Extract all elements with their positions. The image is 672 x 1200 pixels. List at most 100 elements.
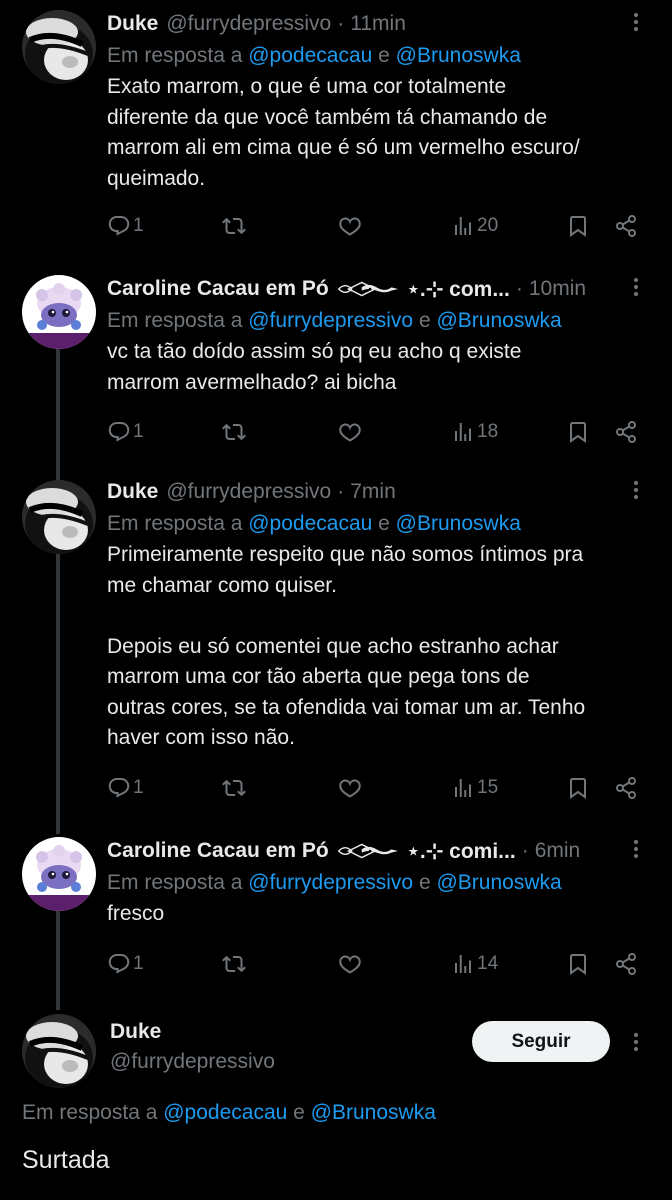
mention-link[interactable]: @podecacau xyxy=(248,44,372,67)
retweet-button[interactable] xyxy=(222,944,246,984)
views-icon xyxy=(451,420,475,444)
action-bar: 1 18 xyxy=(107,412,647,452)
share-button[interactable] xyxy=(614,412,638,452)
tweet-header: Duke @furrydepressivo · 11min xyxy=(107,8,648,40)
reply-button[interactable]: 1 xyxy=(107,944,144,984)
bookmark-icon xyxy=(566,214,590,238)
reply-icon xyxy=(107,952,131,976)
reply-count: 1 xyxy=(133,777,144,798)
tweet-content: Caroline Cacau em Pó ⋆.⊹ com... · 10min … xyxy=(107,273,648,398)
reply-icon xyxy=(107,420,131,444)
like-button[interactable] xyxy=(338,412,362,452)
reply-prefix: Em resposta a xyxy=(107,44,249,67)
bookmark-icon xyxy=(566,952,590,976)
action-bar: 1 20 xyxy=(107,206,647,246)
share-icon xyxy=(614,952,638,976)
mention-link[interactable]: @Brunoswka xyxy=(311,1101,436,1124)
mention-link[interactable]: @podecacau xyxy=(163,1101,287,1124)
reply-and: e xyxy=(372,44,396,67)
action-bar: 1 14 xyxy=(107,944,647,984)
mention-link[interactable]: @furrydepressivo xyxy=(248,871,413,894)
views-button[interactable]: 14 xyxy=(451,944,498,984)
more-icon[interactable] xyxy=(624,1030,648,1054)
mention-link[interactable]: @Brunoswka xyxy=(436,871,561,894)
reply-icon xyxy=(107,776,131,800)
mention-link[interactable]: @Brunoswka xyxy=(436,309,561,332)
tweet-header: Caroline Cacau em Pó ⋆.⊹ comi... · 6min xyxy=(107,835,648,867)
like-button[interactable] xyxy=(338,944,362,984)
avatar[interactable] xyxy=(22,10,96,84)
more-icon[interactable] xyxy=(624,837,648,861)
mention-link[interactable]: @Brunoswka xyxy=(396,512,521,535)
share-button[interactable] xyxy=(614,206,638,246)
mention-link[interactable]: @podecacau xyxy=(248,512,372,535)
reply-and: e xyxy=(413,871,437,894)
avatar[interactable] xyxy=(22,837,96,911)
like-button[interactable] xyxy=(338,768,362,808)
reply-prefix: Em resposta a xyxy=(107,512,249,535)
views-count: 15 xyxy=(477,777,499,798)
display-name[interactable]: Caroline Cacau em Pó xyxy=(107,839,329,863)
reply-button[interactable]: 1 xyxy=(107,412,144,452)
user-handle[interactable]: @furrydepressivo xyxy=(166,480,331,504)
bookmark-button[interactable] xyxy=(566,412,590,452)
reply-count: 1 xyxy=(133,215,144,236)
views-icon xyxy=(451,952,475,976)
timestamp[interactable]: 10min xyxy=(529,277,586,301)
follow-button[interactable]: Seguir xyxy=(472,1021,610,1062)
mention-link[interactable]: @Brunoswka xyxy=(396,44,521,67)
display-name[interactable]: Duke xyxy=(107,480,158,504)
bookmark-button[interactable] xyxy=(566,944,590,984)
avatar[interactable] xyxy=(22,480,96,554)
retweet-button[interactable] xyxy=(222,412,246,452)
bookmark-icon xyxy=(566,776,590,800)
focused-display-name[interactable]: Duke xyxy=(110,1020,161,1044)
like-icon xyxy=(338,214,362,238)
mention-link[interactable]: @furrydepressivo xyxy=(248,309,413,332)
timestamp[interactable]: 7min xyxy=(350,480,396,504)
views-button[interactable]: 20 xyxy=(451,206,498,246)
reply-button[interactable]: 1 xyxy=(107,206,144,246)
bookmark-icon xyxy=(566,420,590,444)
decorative-emoji-icon xyxy=(337,840,403,862)
display-name-suffix[interactable]: ⋆.⊹ com... xyxy=(407,277,510,302)
reply-count: 1 xyxy=(133,953,144,974)
retweet-icon xyxy=(222,952,246,976)
bookmark-button[interactable] xyxy=(566,768,590,808)
share-button[interactable] xyxy=(614,944,638,984)
display-name-suffix[interactable]: ⋆.⊹ comi... xyxy=(407,839,516,864)
views-icon xyxy=(451,214,475,238)
thread-line xyxy=(56,534,60,834)
views-button[interactable]: 18 xyxy=(451,412,498,452)
views-button[interactable]: 15 xyxy=(451,768,498,808)
share-button[interactable] xyxy=(614,768,638,808)
timestamp[interactable]: 6min xyxy=(535,839,581,863)
avatar[interactable] xyxy=(22,275,96,349)
share-icon xyxy=(614,776,638,800)
display-name[interactable]: Caroline Cacau em Pó xyxy=(107,277,329,301)
views-count: 18 xyxy=(477,421,499,442)
reply-count: 1 xyxy=(133,421,144,442)
bookmark-button[interactable] xyxy=(566,206,590,246)
retweet-icon xyxy=(222,214,246,238)
separator-dot: · xyxy=(337,480,345,503)
tweet-header: Caroline Cacau em Pó ⋆.⊹ com... · 10min xyxy=(107,273,648,305)
display-name[interactable]: Duke xyxy=(107,12,158,36)
avatar[interactable] xyxy=(22,1014,96,1088)
reply-button[interactable]: 1 xyxy=(107,768,144,808)
decorative-emoji-icon xyxy=(337,278,403,300)
retweet-button[interactable] xyxy=(222,206,246,246)
tweet-content: Caroline Cacau em Pó ⋆.⊹ comi... · 6min … xyxy=(107,835,648,930)
retweet-button[interactable] xyxy=(222,768,246,808)
focused-user-handle[interactable]: @furrydepressivo xyxy=(110,1050,275,1074)
more-icon[interactable] xyxy=(624,10,648,34)
more-icon[interactable] xyxy=(624,478,648,502)
user-handle[interactable]: @furrydepressivo xyxy=(166,12,331,36)
reply-context: Em resposta a @furrydepressivo e @Brunos… xyxy=(107,305,648,337)
reply-prefix: Em resposta a xyxy=(107,871,249,894)
separator-dot: · xyxy=(515,277,523,300)
like-button[interactable] xyxy=(338,206,362,246)
reply-context: Em resposta a @podecacau e @Brunoswka xyxy=(107,508,648,540)
timestamp[interactable]: 11min xyxy=(350,12,406,36)
more-icon[interactable] xyxy=(624,275,648,299)
